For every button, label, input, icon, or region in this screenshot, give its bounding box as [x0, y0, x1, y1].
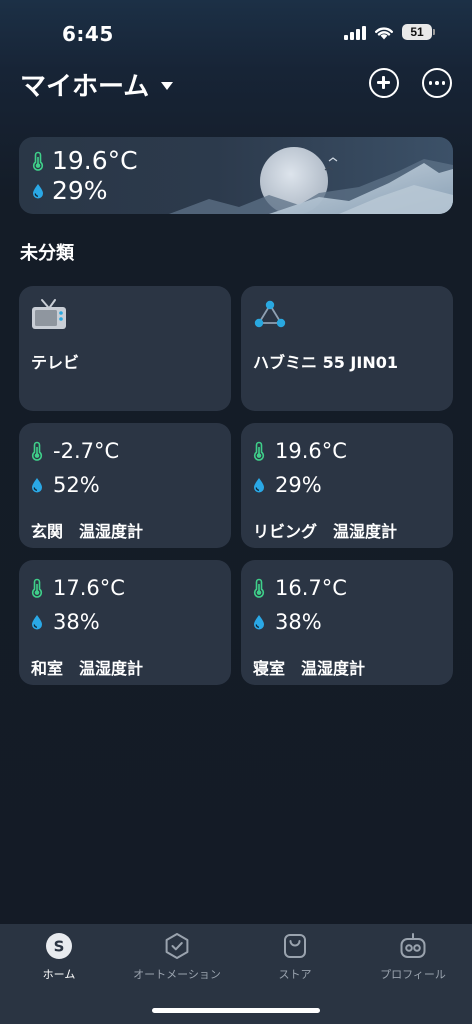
sensor-temperature: -2.7°C [53, 439, 120, 463]
cellular-signal-icon [344, 25, 366, 40]
weather-card[interactable]: 19.6°C 29% [19, 137, 453, 214]
tab-label: プロフィール [380, 968, 446, 981]
device-name: テレビ [31, 353, 80, 372]
temperature-row: -2.7°C [31, 439, 119, 463]
humidity-drop-icon [32, 478, 42, 493]
hub-icon [254, 300, 286, 328]
tab-label: ストア [278, 968, 312, 981]
sensor-name: リビング 温湿度計 [253, 522, 398, 541]
sensor-name: 寝室 温湿度計 [253, 659, 366, 678]
tab-label: オートメーション [133, 968, 221, 981]
home-indicator [152, 1008, 320, 1013]
weather-humidity-row: 29% [32, 176, 108, 205]
wifi-icon [375, 26, 393, 39]
humidity-drop-icon [254, 478, 264, 493]
sensor-humidity: 29% [275, 473, 322, 497]
sensor-temperature: 16.7°C [275, 576, 347, 600]
store-icon [284, 934, 306, 958]
temperature-row: 19.6°C [253, 439, 347, 463]
humidity-drop-icon [33, 183, 43, 198]
automation-icon [165, 933, 189, 959]
device-card-tv[interactable]: テレビ [19, 286, 231, 411]
tab-home[interactable]: S ホーム [0, 932, 118, 982]
sensor-humidity: 52% [53, 473, 100, 497]
thermometer-icon [253, 578, 265, 598]
sensor-temperature: 17.6°C [53, 576, 125, 600]
home-icon: S [46, 933, 72, 959]
chevron-down-icon [161, 82, 174, 90]
tab-store[interactable]: ストア [236, 932, 354, 982]
svg-text:S: S [54, 938, 65, 956]
device-card-hub[interactable]: ハブミニ 55 JIN01 [241, 286, 453, 411]
humidity-drop-icon [32, 615, 42, 630]
sensor-card-entrance[interactable]: -2.7°C 52% 玄関 温湿度計 [19, 423, 231, 548]
tab-automation[interactable]: オートメーション [118, 932, 236, 982]
humidity-drop-icon [254, 615, 264, 630]
tab-label: ホーム [42, 968, 76, 981]
home-selector[interactable]: マイホーム [20, 66, 174, 103]
humidity-row: 38% [253, 610, 322, 634]
sensor-name: 和室 温湿度計 [31, 659, 144, 678]
thermometer-icon [32, 151, 44, 171]
temperature-row: 17.6°C [31, 576, 125, 600]
thermometer-icon [31, 578, 43, 598]
home-title: マイホーム [20, 72, 150, 102]
more-options-button[interactable] [422, 68, 452, 98]
weather-temperature: 19.6°C [52, 146, 138, 175]
section-title: 未分類 [20, 243, 74, 264]
humidity-row: 38% [31, 610, 100, 634]
humidity-row: 29% [253, 473, 322, 497]
thermometer-icon [253, 441, 265, 461]
sensor-name: 玄関 温湿度計 [31, 522, 144, 541]
add-button[interactable] [369, 68, 399, 98]
sensor-card-living[interactable]: 19.6°C 29% リビング 温湿度計 [241, 423, 453, 548]
temperature-row: 16.7°C [253, 576, 347, 600]
sensor-humidity: 38% [53, 610, 100, 634]
thermometer-icon [31, 441, 43, 461]
weather-temperature-row: 19.6°C [32, 146, 138, 175]
status-time: 6:45 [62, 22, 114, 46]
status-icons: 51 [344, 24, 435, 40]
profile-icon [400, 933, 426, 958]
humidity-row: 52% [31, 473, 100, 497]
sensor-card-bedroom[interactable]: 16.7°C 38% 寝室 温湿度計 [241, 560, 453, 685]
device-name: ハブミニ 55 JIN01 [253, 353, 398, 372]
sensor-humidity: 38% [275, 610, 322, 634]
sensor-card-washitsu[interactable]: 17.6°C 38% 和室 温湿度計 [19, 560, 231, 685]
tv-icon [32, 299, 66, 329]
tab-profile[interactable]: プロフィール [354, 932, 472, 982]
weather-humidity: 29% [52, 176, 108, 205]
battery-icon: 51 [402, 24, 435, 40]
sensor-temperature: 19.6°C [275, 439, 347, 463]
status-bar: 6:45 51 [0, 0, 472, 60]
